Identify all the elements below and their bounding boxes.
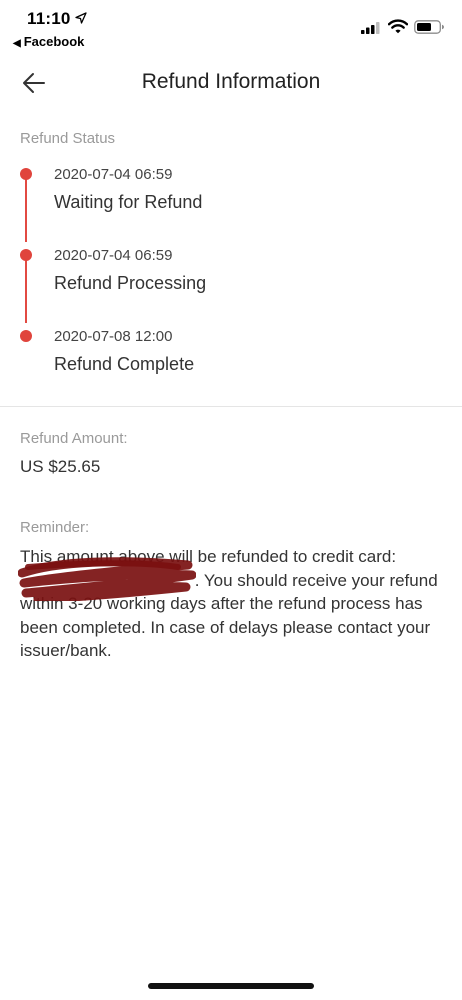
timeline-dot — [20, 168, 32, 180]
redaction-scribble — [18, 557, 196, 601]
location-arrow-icon — [75, 12, 87, 24]
refund-amount-value: US $25.65 — [20, 457, 101, 476]
step-title: Refund Complete — [54, 354, 195, 374]
section-divider — [0, 406, 462, 407]
back-to-app-link[interactable]: ◀ Facebook — [13, 34, 84, 49]
battery-icon — [414, 20, 444, 34]
timeline-connector — [25, 174, 27, 242]
back-triangle-icon: ◀ — [13, 38, 21, 49]
page-title: Refund Information — [141, 70, 321, 93]
nav-header: Refund Information — [0, 52, 462, 112]
step-date: 2020-07-08 12:00 — [54, 328, 173, 345]
timeline-connector — [25, 255, 27, 323]
wifi-icon — [388, 19, 408, 34]
timeline-dot — [20, 249, 32, 261]
timeline-dot — [20, 330, 32, 342]
home-indicator[interactable] — [148, 983, 314, 989]
step-date: 2020-07-04 06:59 — [54, 166, 173, 183]
step-title: Waiting for Refund — [54, 192, 203, 212]
cellular-signal-icon — [361, 22, 380, 34]
step-title: Refund Processing — [54, 273, 207, 293]
status-time: 11:10 — [27, 9, 71, 28]
status-bar: 11:10 ◀ Facebook — [0, 0, 462, 52]
refund-amount-label: Refund Amount: — [20, 430, 128, 447]
step-date: 2020-07-04 06:59 — [54, 247, 173, 264]
back-app-label: Facebook — [23, 34, 85, 49]
refund-status-label: Refund Status — [20, 130, 116, 147]
reminder-label: Reminder: — [20, 519, 90, 536]
